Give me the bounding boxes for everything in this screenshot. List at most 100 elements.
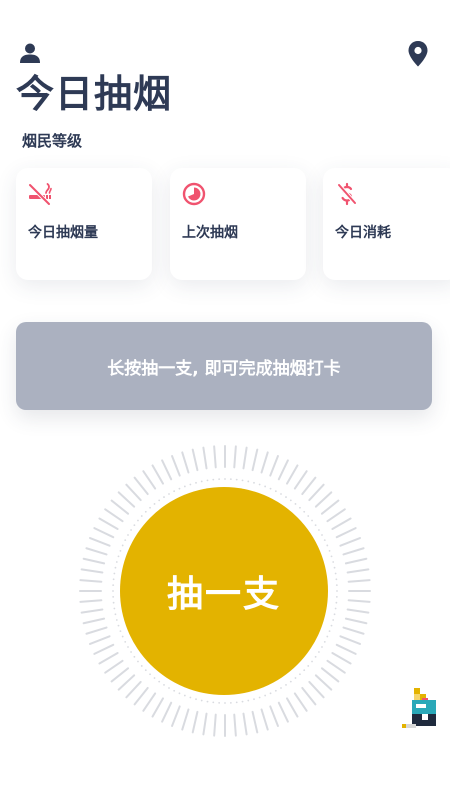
dial-dot <box>133 655 136 658</box>
dial-tick <box>346 608 370 614</box>
dial-dot <box>212 701 215 704</box>
dial-dot <box>153 677 156 679</box>
dial-tick <box>93 643 115 655</box>
dial-tick <box>80 568 104 574</box>
dial-dot <box>168 493 170 495</box>
today-count-card[interactable]: 今日抽烟量 <box>16 168 152 280</box>
last-smoke-card[interactable]: 上次抽烟 <box>170 168 306 280</box>
dial-tick <box>308 680 325 699</box>
dial-tick <box>314 674 333 691</box>
dial-tick <box>233 713 237 737</box>
dial-dot <box>299 673 301 676</box>
dial-tick <box>110 499 130 515</box>
dial-dot <box>229 478 232 481</box>
dial-tick <box>320 499 340 515</box>
dial-dot <box>323 640 326 643</box>
clock-icon <box>182 182 206 206</box>
dial-tick <box>339 537 361 547</box>
dial-dot <box>127 646 129 648</box>
dial-dot <box>335 578 338 581</box>
dial-dot <box>212 478 215 481</box>
dial-dot <box>130 651 132 653</box>
last-smoke-label: 上次抽烟 <box>182 225 238 241</box>
dial-dot <box>140 665 143 667</box>
dial-tick <box>82 557 106 565</box>
checkin-text: 长按抽一支, 即可完成抽烟打卡 <box>107 358 341 379</box>
pixel-cigarette-pack-icon[interactable] <box>402 688 438 730</box>
dial-dot <box>112 595 115 598</box>
dial-dot <box>218 478 221 481</box>
dial-tick <box>331 517 352 530</box>
dollar-icon <box>337 182 357 206</box>
dial-dot <box>241 479 244 482</box>
dial-dot <box>229 701 232 704</box>
dial-dot <box>335 584 338 587</box>
dial-tick <box>125 680 142 699</box>
dial-tick <box>335 643 357 655</box>
dial-tick <box>277 459 289 481</box>
dial-dot <box>112 578 115 581</box>
dial-tick <box>233 445 237 469</box>
user-icon[interactable] <box>19 42 41 64</box>
dial-tick <box>260 708 269 731</box>
dial-tick <box>251 448 259 472</box>
dial-dot <box>269 692 272 695</box>
dial-dot <box>323 539 326 542</box>
dial-tick <box>342 626 365 635</box>
dial-dot <box>335 595 338 598</box>
dial-tick <box>213 713 217 737</box>
dial-tick <box>117 674 136 691</box>
dial-dot <box>137 660 139 663</box>
dial-tick <box>346 568 370 574</box>
dial-dot <box>336 590 338 592</box>
dial-tick <box>142 692 157 712</box>
dial-tick <box>335 527 357 539</box>
dial-tick <box>89 635 111 645</box>
dial-tick <box>326 508 346 523</box>
dial-tick <box>269 705 279 727</box>
dial-tick <box>251 710 259 734</box>
dial-dot <box>124 539 127 542</box>
dial-dot <box>285 496 287 498</box>
dial-dot <box>189 696 192 699</box>
dial-dot <box>224 702 226 704</box>
dial-dot <box>253 698 255 701</box>
dial-dot <box>235 701 238 704</box>
dial-tick <box>161 459 173 481</box>
dial-dot <box>280 493 282 495</box>
dial-dot <box>195 481 197 484</box>
no-smoking-icon <box>28 183 52 206</box>
dial-tick <box>89 537 111 547</box>
dial-tick <box>242 712 248 736</box>
dial-dot <box>333 566 336 569</box>
dial-dot <box>114 566 117 569</box>
dial-dot <box>130 529 132 531</box>
dial-dot <box>303 669 306 672</box>
dial-tick <box>79 599 103 603</box>
dial-dot <box>173 689 176 692</box>
dial-dot <box>121 635 124 638</box>
dial-tick <box>191 710 199 734</box>
page-title: 今日抽烟 <box>16 72 173 116</box>
dial-tick <box>171 705 181 727</box>
dial-tick <box>125 483 142 502</box>
dial-tick <box>98 652 119 665</box>
dial-dot <box>144 510 147 513</box>
dial-tick <box>301 476 317 496</box>
dial-dot <box>269 487 272 490</box>
location-pin-icon[interactable] <box>408 41 428 67</box>
smoke-one-button[interactable]: 抽一支 <box>120 487 328 695</box>
dial-tick <box>181 708 190 731</box>
dial-dot <box>206 479 209 482</box>
dial-dot <box>153 503 156 505</box>
today-cost-card[interactable]: 今日消耗 <box>323 168 450 280</box>
dial-dot <box>307 665 310 667</box>
dial-tick <box>331 652 352 665</box>
dial-tick <box>202 712 208 736</box>
dial-tick <box>85 626 108 635</box>
smoker-level-link[interactable]: 烟民等级 <box>22 131 82 151</box>
dial-dot <box>332 619 335 621</box>
dial-dot <box>140 515 143 517</box>
dial-dot <box>294 503 297 505</box>
dial-tick <box>191 448 199 472</box>
